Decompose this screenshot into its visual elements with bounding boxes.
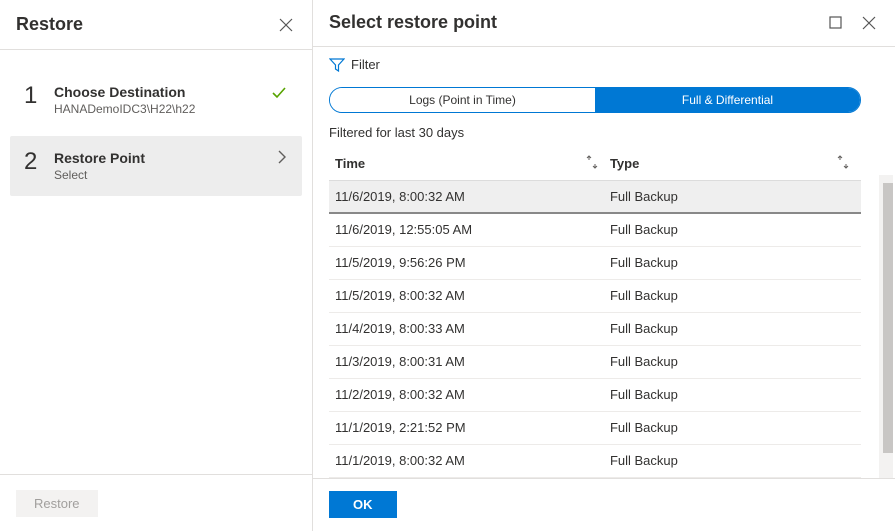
sort-icon bbox=[586, 155, 598, 172]
cell-type: Full Backup bbox=[610, 288, 861, 303]
cell-time: 11/1/2019, 8:00:32 AM bbox=[329, 453, 610, 468]
step-title: Restore Point bbox=[54, 150, 276, 166]
select-restore-title: Select restore point bbox=[329, 12, 497, 33]
cell-time: 11/3/2019, 8:00:31 AM bbox=[329, 354, 610, 369]
restore-wizard-pane: Restore 1 Choose Destination HANADemoIDC… bbox=[0, 0, 313, 531]
restore-footer: Restore bbox=[0, 474, 312, 531]
step-subtitle: HANADemoIDC3\H22\h22 bbox=[54, 102, 270, 116]
chevron-right-icon bbox=[276, 150, 288, 164]
table-row[interactable]: 11/4/2019, 8:00:33 AMFull Backup bbox=[329, 313, 861, 346]
steps-list: 1 Choose Destination HANADemoIDC3\H22\h2… bbox=[0, 50, 312, 474]
close-icon[interactable] bbox=[276, 15, 296, 35]
step-number: 2 bbox=[24, 150, 54, 174]
column-header-time[interactable]: Time bbox=[329, 155, 610, 172]
table-header: Time Type bbox=[329, 148, 861, 181]
filter-command[interactable]: Filter bbox=[313, 47, 895, 83]
cell-time: 11/2/2019, 8:00:32 AM bbox=[329, 387, 610, 402]
cell-type: Full Backup bbox=[610, 387, 861, 402]
cell-time: 11/1/2019, 2:21:52 PM bbox=[329, 420, 610, 435]
table-row[interactable]: 11/1/2019, 2:21:52 PMFull Backup bbox=[329, 412, 861, 445]
column-header-type[interactable]: Type bbox=[610, 155, 861, 172]
scrollbar-thumb[interactable] bbox=[883, 183, 893, 453]
cell-time: 11/4/2019, 8:00:33 AM bbox=[329, 321, 610, 336]
cell-time: 11/6/2019, 8:00:32 AM bbox=[329, 189, 610, 204]
pill-logs[interactable]: Logs (Point in Time) bbox=[330, 88, 595, 112]
cell-type: Full Backup bbox=[610, 354, 861, 369]
table-row[interactable]: 11/3/2019, 8:00:31 AMFull Backup bbox=[329, 346, 861, 379]
cell-time: 11/6/2019, 12:55:05 AM bbox=[329, 222, 610, 237]
select-restore-header: Select restore point bbox=[313, 0, 895, 47]
table-row[interactable]: 11/5/2019, 8:00:32 AMFull Backup bbox=[329, 280, 861, 313]
step-restore-point[interactable]: 2 Restore Point Select bbox=[10, 136, 302, 196]
sort-icon bbox=[837, 155, 849, 172]
step-choose-destination[interactable]: 1 Choose Destination HANADemoIDC3\H22\h2… bbox=[10, 70, 302, 130]
restore-points-table: Time Type 11/6/2019, 8:00:32 AMFull Back… bbox=[329, 148, 861, 478]
select-restore-footer: OK bbox=[313, 478, 895, 531]
restore-button[interactable]: Restore bbox=[16, 490, 98, 517]
restore-mode-toggle: Logs (Point in Time) Full & Differential bbox=[329, 87, 861, 113]
table-row[interactable]: 11/6/2019, 12:55:05 AMFull Backup bbox=[329, 214, 861, 247]
cell-time: 11/5/2019, 8:00:32 AM bbox=[329, 288, 610, 303]
close-icon[interactable] bbox=[859, 13, 879, 33]
restore-header: Restore bbox=[0, 0, 312, 50]
select-restore-point-pane: Select restore point Filter Logs (Point … bbox=[313, 0, 895, 531]
table-row[interactable]: 11/6/2019, 8:00:32 AMFull Backup bbox=[329, 181, 861, 214]
filter-icon bbox=[329, 57, 345, 73]
table-body: 11/6/2019, 8:00:32 AMFull Backup11/6/201… bbox=[329, 181, 861, 478]
cell-type: Full Backup bbox=[610, 189, 861, 204]
cell-type: Full Backup bbox=[610, 255, 861, 270]
ok-button[interactable]: OK bbox=[329, 491, 397, 518]
filter-label: Filter bbox=[351, 57, 380, 72]
table-row[interactable]: 11/1/2019, 8:00:32 AMFull Backup bbox=[329, 445, 861, 478]
step-title: Choose Destination bbox=[54, 84, 270, 100]
table-row[interactable]: 11/2/2019, 8:00:32 AMFull Backup bbox=[329, 379, 861, 412]
pill-full-differential[interactable]: Full & Differential bbox=[595, 88, 860, 112]
restore-title: Restore bbox=[16, 14, 83, 35]
checkmark-icon bbox=[270, 84, 288, 102]
cell-type: Full Backup bbox=[610, 420, 861, 435]
cell-type: Full Backup bbox=[610, 321, 861, 336]
cell-type: Full Backup bbox=[610, 453, 861, 468]
step-number: 1 bbox=[24, 84, 54, 108]
filtered-range-text: Filtered for last 30 days bbox=[313, 113, 877, 148]
restore-window-icon[interactable] bbox=[825, 13, 845, 33]
step-subtitle: Select bbox=[54, 168, 276, 182]
cell-time: 11/5/2019, 9:56:26 PM bbox=[329, 255, 610, 270]
table-row[interactable]: 11/5/2019, 9:56:26 PMFull Backup bbox=[329, 247, 861, 280]
cell-type: Full Backup bbox=[610, 222, 861, 237]
